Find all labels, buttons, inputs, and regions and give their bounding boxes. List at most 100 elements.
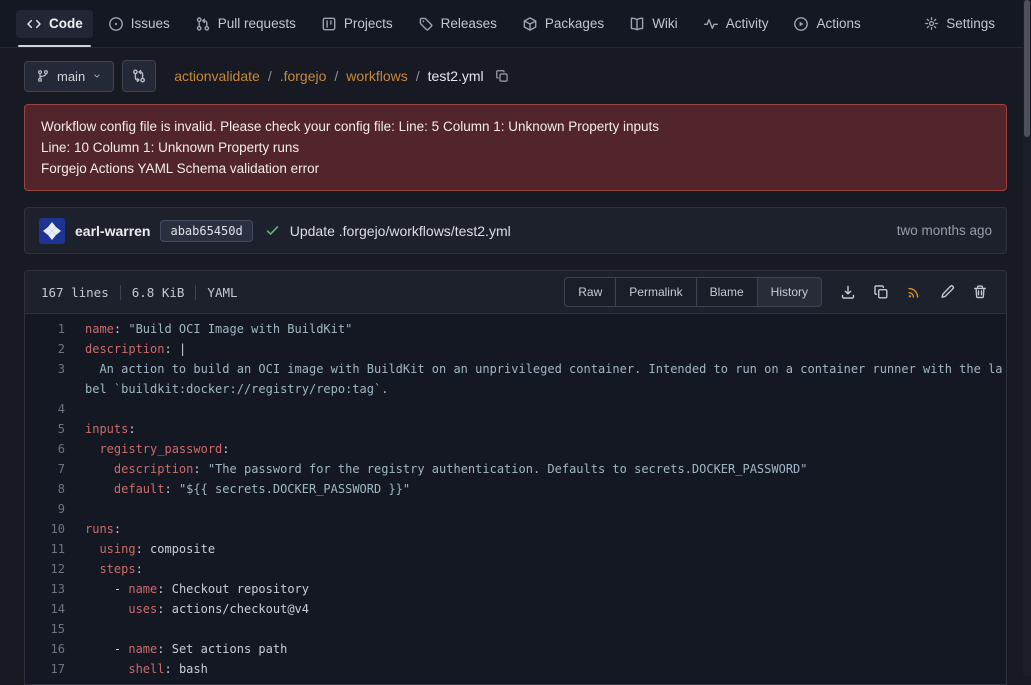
permalink-button[interactable]: Permalink [615, 277, 696, 307]
book-icon [629, 16, 645, 32]
breadcrumb-separator: / [334, 68, 338, 84]
tab-pull-requests[interactable]: Pull requests [185, 10, 306, 38]
branch-name: main [57, 69, 85, 84]
code-content: shell: bash [65, 659, 1006, 679]
code-content: description: | [65, 339, 1006, 359]
tab-label: Pull requests [218, 16, 296, 31]
compare-icon [131, 68, 147, 84]
line-number[interactable]: 6 [25, 439, 65, 459]
line-number[interactable]: 2 [25, 339, 65, 359]
code-content: runs: [65, 519, 1006, 539]
pulse-icon [703, 16, 719, 32]
line-number[interactable]: 16 [25, 639, 65, 659]
error-banner: Workflow config file is invalid. Please … [24, 104, 1007, 191]
commit-author[interactable]: earl-warren [75, 223, 150, 239]
commit-message[interactable]: Update .forgejo/workflows/test2.yml [290, 223, 511, 239]
history-button[interactable]: History [757, 277, 822, 307]
tab-packages[interactable]: Packages [512, 10, 614, 38]
code-content [65, 619, 1006, 639]
package-icon [522, 16, 538, 32]
tab-projects[interactable]: Projects [311, 10, 403, 38]
compare-button[interactable] [122, 60, 156, 92]
tab-label: Projects [344, 16, 393, 31]
code-content: registry_password: [65, 439, 1006, 459]
tab-actions[interactable]: Actions [783, 10, 870, 38]
line-number[interactable]: 12 [25, 559, 65, 579]
file-toolbar: main actionvalidate / .forgejo / workflo… [24, 60, 1007, 92]
pull-request-icon [195, 16, 211, 32]
divider [120, 285, 121, 300]
line-number[interactable]: 14 [25, 599, 65, 619]
error-line: Workflow config file is invalid. Please … [41, 116, 990, 137]
line-number[interactable]: 5 [25, 419, 65, 439]
code-icon [26, 16, 42, 32]
line-number[interactable]: 15 [25, 619, 65, 639]
breadcrumb-separator: / [416, 68, 420, 84]
rss-icon[interactable] [906, 284, 922, 300]
line-number[interactable]: 8 [25, 479, 65, 499]
code-line: 10runs: [25, 519, 1006, 539]
breadcrumb-separator: / [268, 68, 272, 84]
page-scrollbar-thumb[interactable] [1024, 0, 1030, 137]
error-line: Line: 10 Column 1: Unknown Property runs [41, 137, 990, 158]
line-number[interactable]: 10 [25, 519, 65, 539]
file-size: 6.8 KiB [132, 285, 185, 300]
line-number[interactable]: 9 [25, 499, 65, 519]
code-line: 7 description: "The password for the reg… [25, 459, 1006, 479]
code-line: 1name: "Build OCI Image with BuildKit" [25, 319, 1006, 339]
line-number[interactable]: 7 [25, 459, 65, 479]
tab-code[interactable]: Code [16, 10, 93, 38]
line-number[interactable]: 13 [25, 579, 65, 599]
chevron-down-icon [92, 71, 102, 81]
copy-icon[interactable] [873, 284, 889, 300]
branch-selector[interactable]: main [24, 61, 114, 92]
tab-label: Wiki [652, 16, 678, 31]
blame-button[interactable]: Blame [696, 277, 758, 307]
breadcrumb-repo-link[interactable]: actionvalidate [174, 68, 260, 84]
code-line: 13 - name: Checkout repository [25, 579, 1006, 599]
tab-settings[interactable]: Settings [914, 10, 1005, 37]
edit-icon[interactable] [939, 284, 955, 300]
issue-icon [108, 16, 124, 32]
code-line: 4 [25, 399, 1006, 419]
commit-hash-badge[interactable]: abab65450d [160, 220, 252, 242]
branch-icon [36, 69, 50, 83]
project-icon [321, 16, 337, 32]
code-line: 8 default: "${{ secrets.DOCKER_PASSWORD … [25, 479, 1006, 499]
breadcrumb-dir1-link[interactable]: .forgejo [280, 68, 327, 84]
tab-releases[interactable]: Releases [408, 10, 507, 38]
error-line: Forgejo Actions YAML Schema validation e… [41, 158, 990, 179]
code-line: 17 shell: bash [25, 659, 1006, 679]
code-content: - name: Checkout repository [65, 579, 1006, 599]
code-content: steps: [65, 559, 1006, 579]
trash-icon[interactable] [972, 284, 988, 300]
line-number[interactable]: 4 [25, 399, 65, 419]
tab-activity[interactable]: Activity [693, 10, 779, 38]
line-number[interactable]: 1 [25, 319, 65, 339]
line-number[interactable]: 3 [25, 359, 65, 399]
page-scrollbar[interactable] [1023, 0, 1031, 676]
tab-label: Packages [545, 16, 604, 31]
divider [195, 285, 196, 300]
commit-status-check-icon[interactable] [265, 223, 280, 238]
gear-icon [924, 16, 939, 31]
tab-issues[interactable]: Issues [98, 10, 180, 38]
line-number[interactable]: 17 [25, 659, 65, 679]
breadcrumb-dir2-link[interactable]: workflows [346, 68, 407, 84]
code-content: using: composite [65, 539, 1006, 559]
line-number[interactable]: 11 [25, 539, 65, 559]
code-lines: 1name: "Build OCI Image with BuildKit"2d… [25, 319, 1006, 679]
download-icon[interactable] [840, 284, 856, 300]
copy-path-icon[interactable] [495, 69, 509, 83]
code-content: An action to build an OCI image with Bui… [65, 359, 1006, 399]
code-content: name: "Build OCI Image with BuildKit" [65, 319, 1006, 339]
avatar[interactable] [39, 218, 65, 244]
tab-label: Code [49, 16, 83, 31]
code-content: uses: actions/checkout@v4 [65, 599, 1006, 619]
tab-wiki[interactable]: Wiki [619, 10, 688, 38]
raw-button[interactable]: Raw [564, 277, 616, 307]
code-line: 11 using: composite [25, 539, 1006, 559]
file-header: 167 lines 6.8 KiB YAML RawPermalinkBlame… [25, 271, 1006, 314]
file-action-icons [840, 284, 988, 300]
repo-nav-tabs: Code Issues Pull requests Projects Releases P… [16, 10, 1005, 38]
